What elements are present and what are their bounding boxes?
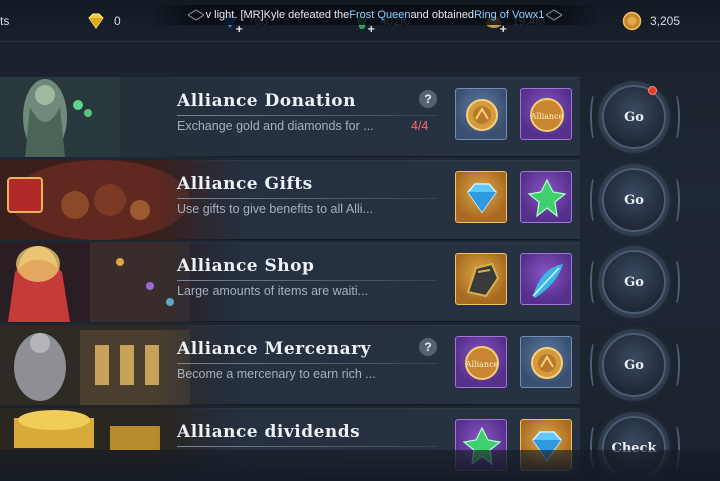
activity-row-gifts: Alliance Gifts Use gifts to give benefit…: [0, 160, 720, 240]
resource-bar: ts 0 + 700 + 402K + 1: [0, 0, 720, 42]
row-description: Become a mercenary to earn rich ...: [177, 367, 376, 381]
notification-dot: [648, 86, 657, 95]
ticker-ornament-right-icon: [546, 9, 563, 21]
button-arc-left: [590, 176, 600, 224]
activity-row-shop: Alliance Shop Large amounts of items are…: [0, 242, 720, 322]
button-arc-left: [590, 341, 600, 389]
reward-slot-diamond[interactable]: [455, 171, 507, 223]
button-arc-right: [670, 176, 680, 224]
add-crystal-icon[interactable]: +: [367, 25, 376, 35]
alliance-badge-icon: Alliance: [530, 98, 564, 132]
diamond-resource[interactable]: 0: [86, 10, 121, 32]
donation-artwork: [0, 77, 240, 157]
title-divider: [177, 115, 437, 116]
left-fragment: ts: [0, 10, 9, 32]
reward-slot-alliance-coin[interactable]: [520, 336, 572, 388]
left-fragment-text: ts: [0, 14, 10, 28]
alliance-coin-icon: [531, 347, 563, 379]
button-arc-right: [670, 258, 680, 306]
help-icon[interactable]: ?: [419, 90, 437, 108]
broadcast-ticker: v light. [MR]Kyle defeated the Frost Que…: [150, 5, 600, 25]
title-divider: [177, 280, 437, 281]
gold-coin-icon: [622, 11, 642, 31]
bottom-fade: [0, 450, 720, 481]
button-arc-left: [590, 93, 600, 141]
reward-slot-blue-feather[interactable]: [520, 253, 572, 305]
row-title: Alliance Shop: [177, 256, 315, 276]
gold-count: 3,205: [650, 14, 681, 28]
mercenary-artwork: [0, 325, 240, 405]
reward-slot-green-crystal[interactable]: [520, 171, 572, 223]
blue-feather-icon: [532, 264, 563, 298]
button-arc-right: [670, 341, 680, 389]
add-gem-icon[interactable]: +: [235, 25, 244, 35]
ticker-ornament-left-icon: [187, 9, 204, 21]
diamond-count: 0: [114, 14, 121, 28]
alliance-badge-word: Alliance: [530, 112, 564, 121]
gifts-artwork: [0, 160, 240, 240]
row-title: Alliance Donation: [177, 91, 356, 111]
title-divider: [177, 198, 437, 199]
alliance-badge-icon: Alliance: [465, 346, 499, 380]
green-crystal-icon: [527, 178, 567, 218]
diamond-icon: [86, 11, 106, 31]
reward-slot-alliance-badge[interactable]: Alliance: [520, 88, 572, 140]
reward-slot-gauntlet[interactable]: [455, 253, 507, 305]
gauntlet-icon: [466, 262, 500, 298]
go-button[interactable]: Go: [602, 250, 666, 314]
row-title: Alliance dividends: [177, 422, 361, 442]
activity-row-mercenary: Alliance Mercenary ? Become a mercenary …: [0, 325, 720, 405]
reward-slot-alliance-coin[interactable]: [455, 88, 507, 140]
remaining-count: 4/4: [411, 119, 429, 133]
ticker-item-name: Ring of Vowx1: [474, 9, 545, 21]
gold-resource[interactable]: 3,205: [622, 10, 680, 32]
alliance-badge-word: Alliance: [465, 360, 499, 369]
row-title: Alliance Mercenary: [177, 339, 371, 359]
title-divider: [177, 446, 437, 447]
alliance-activities-screen: ts 0 + 700 + 402K + 1: [0, 0, 720, 481]
add-food-icon[interactable]: +: [499, 25, 508, 35]
row-description: Large amounts of items are waiti...: [177, 284, 369, 298]
go-button[interactable]: Go: [602, 333, 666, 397]
row-description: Use gifts to give benefits to all Alli..…: [177, 202, 373, 216]
activity-row-donation: Alliance Donation ? Exchange gold and di…: [0, 77, 720, 157]
ticker-text-2: and obtained: [410, 9, 475, 21]
button-arc-left: [590, 258, 600, 306]
reward-slot-alliance-badge[interactable]: Alliance: [455, 336, 507, 388]
row-title: Alliance Gifts: [177, 174, 313, 194]
row-description: Exchange gold and diamonds for ...: [177, 119, 374, 133]
shop-artwork: [0, 242, 240, 322]
title-divider: [177, 363, 437, 364]
go-button[interactable]: Go: [602, 168, 666, 232]
ticker-text-1: v light. [MR]Kyle defeated the: [205, 9, 350, 21]
button-arc-right: [670, 93, 680, 141]
help-icon[interactable]: ?: [419, 338, 437, 356]
ticker-boss-name: Frost Queen: [349, 9, 411, 21]
go-button[interactable]: Go: [602, 85, 666, 149]
diamond-icon: [467, 183, 497, 214]
alliance-coin-icon: [466, 99, 498, 131]
